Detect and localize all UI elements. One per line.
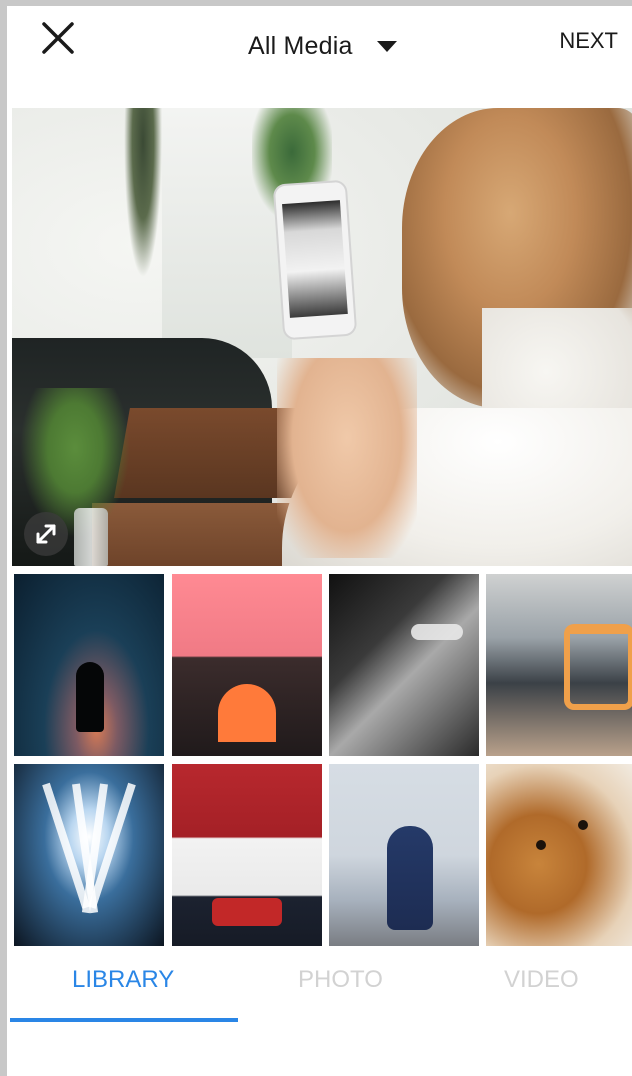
media-source-dropdown[interactable]: All Media [248, 26, 397, 66]
expand-icon [36, 524, 56, 544]
thumbnail-chair [564, 624, 632, 710]
preview-hanging-plant [124, 108, 162, 278]
media-thumbnail-4[interactable] [486, 574, 632, 756]
media-thumbnail-5[interactable] [14, 764, 164, 946]
active-tab-indicator [10, 1018, 238, 1022]
media-thumbnail-2[interactable] [172, 574, 322, 756]
thumbnail-red-pants [212, 898, 282, 926]
tab-photo[interactable]: PHOTO [298, 966, 383, 994]
thumbnail-puppy-eye [578, 820, 588, 830]
preview-person-arm [277, 358, 417, 558]
preview-phone [274, 181, 356, 339]
thumbnail-puppy-eye [536, 840, 546, 850]
media-thumbnail-8[interactable] [486, 764, 632, 946]
media-thumbnail-7[interactable] [329, 764, 479, 946]
thumbnail-dress [387, 826, 433, 930]
app-frame: All Media NEXT LIBRARY PHOTO VIDEO [0, 0, 632, 1076]
thumbnail-car-headlight [411, 624, 463, 640]
bottom-tabs: LIBRARY PHOTO VIDEO [10, 948, 632, 1076]
tab-library[interactable]: LIBRARY [72, 966, 174, 994]
media-thumbnail-1[interactable] [14, 574, 164, 756]
close-icon [42, 22, 74, 54]
chevron-down-icon [376, 40, 397, 52]
tab-video[interactable]: VIDEO [504, 966, 579, 994]
selected-media-preview [12, 108, 632, 566]
media-thumbnail-3[interactable] [329, 574, 479, 756]
thumbnail-arch [218, 684, 276, 742]
expand-button[interactable] [24, 512, 68, 556]
media-grid [14, 574, 632, 946]
preview-phone-screen [282, 200, 348, 318]
next-button[interactable]: NEXT [559, 28, 618, 54]
frame-border-left [0, 0, 7, 1076]
preview-vase [74, 508, 108, 566]
media-source-title: All Media [248, 31, 353, 60]
media-thumbnail-6[interactable] [172, 764, 322, 946]
close-button[interactable] [40, 20, 76, 56]
thumbnail-person-silhouette [76, 662, 104, 732]
header: All Media NEXT [10, 6, 632, 106]
